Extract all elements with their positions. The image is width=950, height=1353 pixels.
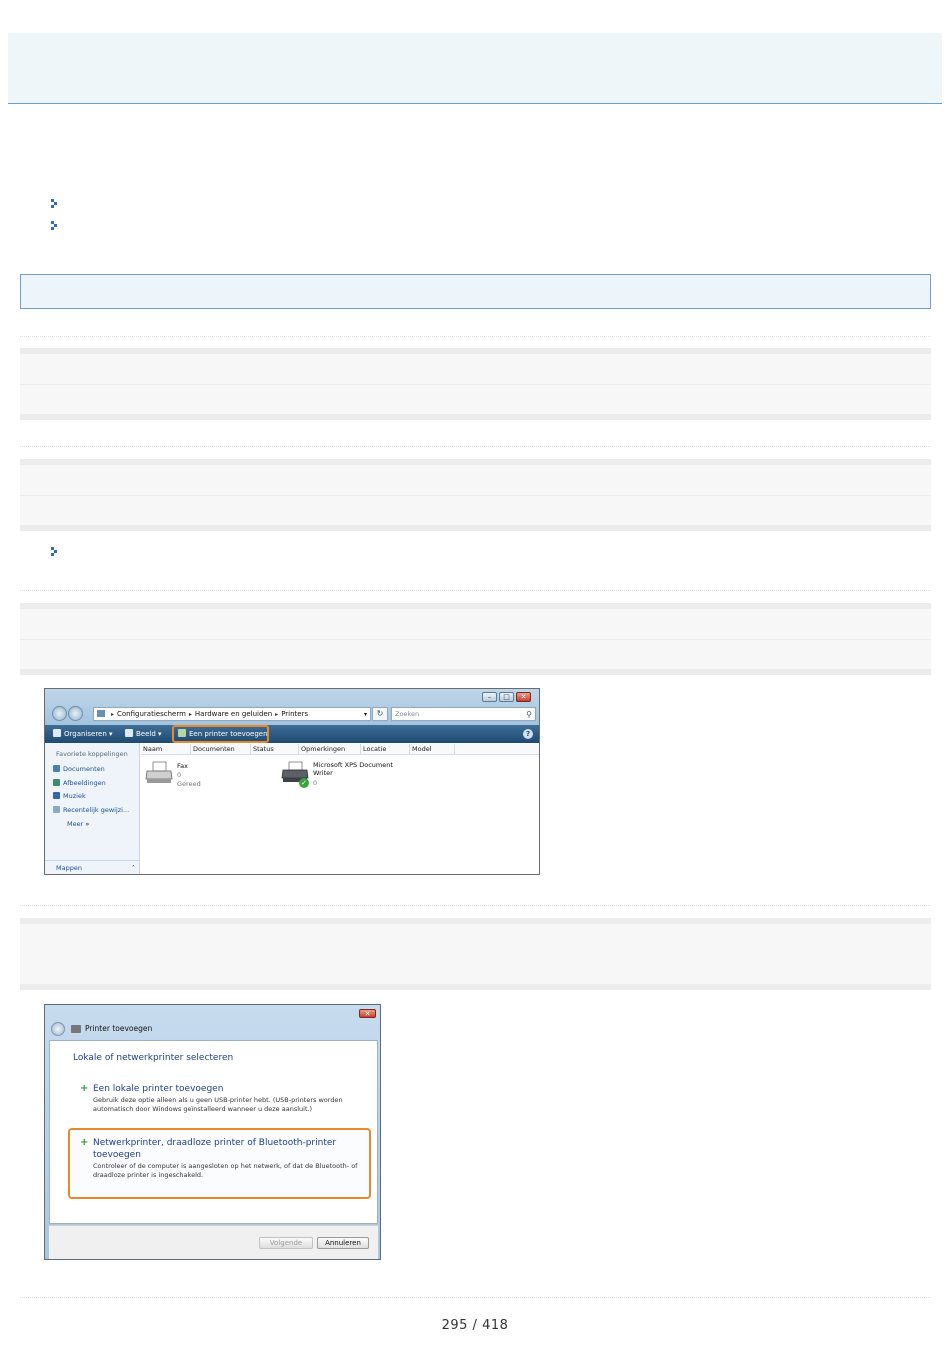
printer-name[interactable]: Fax: [177, 762, 188, 770]
fax-printer-icon[interactable]: [145, 761, 173, 785]
documents-icon: [53, 765, 60, 772]
bullet-marker: [51, 199, 58, 208]
back-icon[interactable]: [52, 706, 67, 721]
toolbar: Organiseren ▾ Beeld ▾ Een printer toevoe…: [45, 725, 539, 743]
forward-icon[interactable]: [68, 706, 83, 721]
bullet-marker: [51, 547, 58, 556]
plus-icon: +: [80, 1083, 89, 1094]
dotted-separator: [20, 446, 931, 450]
folder-icon: [97, 710, 105, 717]
sidebar-item-recent[interactable]: Recentelijk gewijzi...: [53, 806, 129, 814]
breadcrumb-item[interactable]: Configuratiescherm: [117, 710, 186, 718]
printer-status: Gereed: [177, 780, 201, 788]
step-band: [20, 459, 931, 531]
sidebar-item-documents[interactable]: Documenten: [53, 765, 105, 773]
organize-button[interactable]: Organiseren ▾: [53, 725, 113, 743]
printer-name[interactable]: Microsoft XPS Document Writer: [313, 761, 403, 777]
step-band: [20, 348, 931, 420]
dialog-body: Lokale of netwerkprinter selecteren + Ee…: [49, 1040, 378, 1224]
dotted-separator: [20, 336, 931, 340]
search-icon: ⚲: [526, 710, 532, 719]
pictures-icon: [53, 779, 60, 786]
column-comments[interactable]: Opmerkingen: [299, 744, 361, 755]
note-box: [20, 274, 931, 309]
favorites-heading: Favoriete koppelingen: [56, 750, 128, 758]
add-printer-dialog-screenshot: ✕ Printer toevoegen Lokale of netwerkpri…: [44, 1004, 381, 1260]
step-band: [20, 603, 931, 675]
navigation-pane: Favoriete koppelingen Documenten Afbeeld…: [45, 743, 140, 874]
dialog-heading: Lokale of netwerkprinter selecteren: [73, 1053, 234, 1063]
plus-icon: +: [80, 1137, 89, 1148]
column-name[interactable]: Naam: [141, 744, 191, 755]
sidebar-item-pictures[interactable]: Afbeeldingen: [53, 779, 106, 787]
close-button[interactable]: ✕: [516, 692, 531, 702]
dialog-footer: Volgende Annuleren: [49, 1225, 378, 1259]
next-button[interactable]: Volgende: [259, 1237, 313, 1249]
step-band: [20, 918, 931, 990]
column-model[interactable]: Model: [410, 744, 455, 755]
option-title: Een lokale printer toevoegen: [93, 1084, 224, 1094]
option-local-printer[interactable]: + Een lokale printer toevoegen Gebruik d…: [80, 1083, 370, 1114]
minimize-button[interactable]: –: [482, 692, 497, 702]
address-bar[interactable]: ▸ Configuratiescherm ▸ Hardware en geluiden…: [93, 707, 371, 721]
back-icon[interactable]: [51, 1022, 65, 1036]
breadcrumb-item[interactable]: Printers: [281, 710, 308, 718]
search-input[interactable]: Zoeken ⚲: [391, 707, 536, 721]
organize-icon: [53, 729, 61, 737]
option-title: Netwerkprinter, draadloze printer of Blu…: [93, 1138, 337, 1160]
page-number: 295 / 418: [441, 1318, 509, 1333]
music-icon: [53, 792, 60, 799]
bullet-marker: [51, 221, 58, 230]
printer-icon: [71, 1025, 81, 1033]
printer-doc-count: 0: [313, 779, 318, 787]
column-status[interactable]: Status: [251, 744, 299, 755]
column-documents[interactable]: Documenten: [191, 744, 251, 755]
sidebar-item-music[interactable]: Muziek: [53, 792, 86, 800]
refresh-icon[interactable]: ↻: [372, 707, 388, 721]
dotted-separator: [20, 905, 931, 909]
option-description: Controleer of de computer is aangesloten…: [93, 1162, 358, 1179]
dotted-separator: [20, 590, 931, 594]
chevron-up-icon: ˄: [131, 864, 135, 872]
breadcrumb-item[interactable]: Hardware en geluiden: [195, 710, 272, 718]
maximize-button[interactable]: □: [499, 692, 514, 702]
column-location[interactable]: Locatie: [361, 744, 410, 755]
column-header: Naam Documenten Status Opmerkingen Locat…: [141, 744, 539, 755]
view-icon: [125, 729, 133, 737]
page-header-band: [8, 33, 942, 104]
sidebar-item-more[interactable]: Meer »: [67, 820, 89, 828]
add-printer-button[interactable]: Een printer toevoegen: [178, 725, 268, 743]
printers-window-screenshot: – □ ✕ ▸ Configuratiescherm ▸ Hardware en ge…: [44, 688, 540, 875]
add-printer-icon: [178, 729, 186, 737]
recent-icon: [53, 806, 60, 813]
default-check-icon: ✓: [299, 778, 309, 788]
cancel-button[interactable]: Annuleren: [317, 1237, 369, 1249]
printer-doc-count: 0: [177, 771, 182, 779]
close-button[interactable]: ✕: [359, 1009, 376, 1018]
help-icon[interactable]: ?: [523, 729, 533, 739]
view-button[interactable]: Beeld ▾: [125, 725, 162, 743]
option-description: Gebruik deze optie alleen als u geen USB…: [93, 1096, 343, 1113]
chevron-down-icon[interactable]: ▾: [364, 708, 367, 721]
option-network-printer[interactable]: + Netwerkprinter, draadloze printer of B…: [80, 1137, 360, 1180]
folders-toggle[interactable]: Mappen ˄: [45, 860, 140, 874]
dotted-separator: [20, 1297, 931, 1301]
dialog-title: Printer toevoegen: [85, 1024, 153, 1033]
